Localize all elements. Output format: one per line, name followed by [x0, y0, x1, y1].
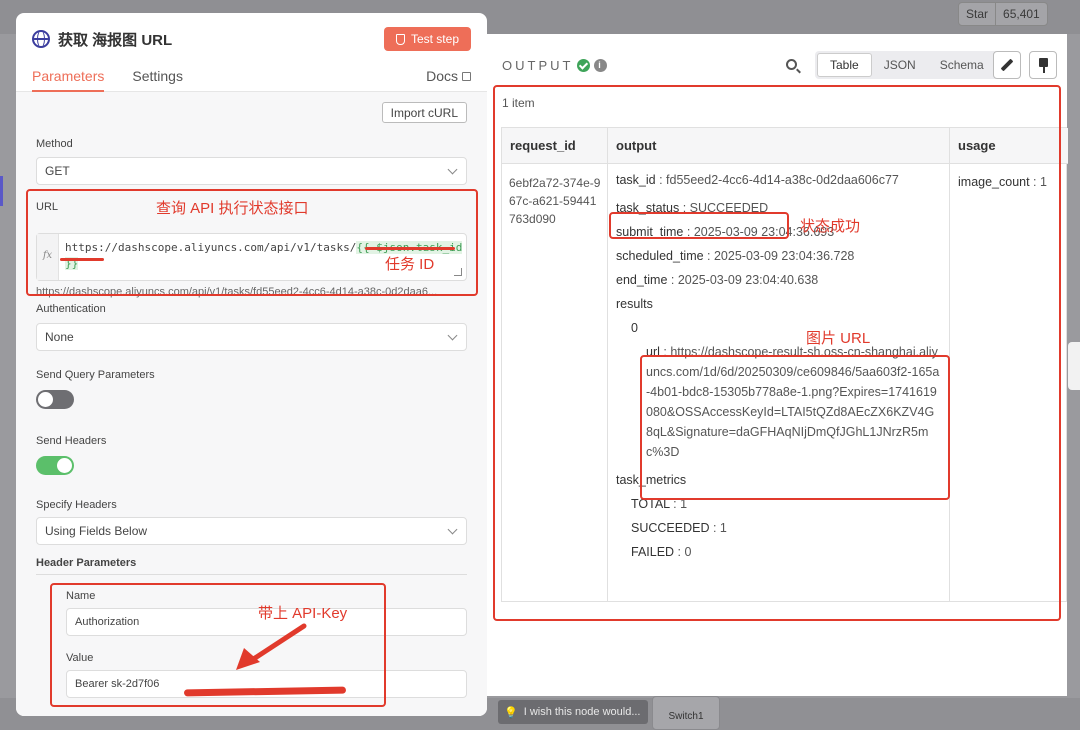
import-curl-button[interactable]: Import cURL	[381, 102, 467, 123]
node-header: 获取 海报图 URL Test step	[16, 13, 487, 65]
method-value: GET	[45, 164, 70, 178]
external-link-icon	[462, 71, 471, 81]
chevron-down-icon	[447, 330, 458, 341]
feedback-hint-text: I wish this node would...	[523, 706, 641, 718]
annotation-underline-id	[60, 258, 104, 261]
annotation-box-image-url	[640, 355, 950, 500]
edit-output-button[interactable]	[993, 51, 1021, 79]
method-select[interactable]: GET	[36, 157, 467, 185]
chevron-down-icon	[447, 164, 458, 175]
info-icon[interactable]: i	[594, 59, 608, 72]
test-step-label: Test step	[410, 32, 459, 46]
canvas-side-handle[interactable]	[1068, 342, 1080, 390]
feedback-hint[interactable]: 💡 I wish this node would...	[498, 700, 648, 724]
header-parameters-heading: Header Parameters	[36, 557, 467, 575]
annotation-image-url: 图片 URL	[806, 330, 871, 347]
test-step-button[interactable]: Test step	[383, 27, 471, 51]
send-query-label: Send Query Parameters	[36, 369, 155, 381]
switch-node[interactable]: Switch1	[652, 696, 720, 730]
github-star-label[interactable]: Star	[959, 3, 995, 25]
lightbulb-icon: 💡	[504, 706, 518, 719]
authentication-label: Authentication	[36, 303, 106, 315]
authentication-value: None	[45, 330, 74, 344]
search-icon[interactable]	[786, 59, 797, 70]
panel-tabs: Parameters Settings Docs	[16, 65, 487, 92]
specify-headers-value: Using Fields Below	[45, 524, 148, 538]
view-tab-table[interactable]: Table	[817, 53, 872, 77]
annotation-box-status	[609, 212, 789, 239]
annotation-underline-expression	[365, 247, 455, 250]
docs-link[interactable]: Docs	[426, 65, 471, 87]
view-tab-json[interactable]: JSON	[872, 53, 928, 77]
output-view-tabs: Table JSON Schema	[815, 51, 998, 79]
tab-settings[interactable]: Settings	[132, 65, 183, 92]
toggle-knob	[57, 458, 72, 473]
send-headers-toggle[interactable]	[36, 456, 74, 475]
specify-headers-select[interactable]: Using Fields Below	[36, 517, 467, 545]
annotation-url-interface: 查询 API 执行状态接口	[156, 200, 309, 217]
success-check-icon	[577, 59, 591, 72]
view-tab-schema[interactable]: Schema	[928, 53, 996, 77]
canvas-accent-bar	[0, 176, 3, 206]
github-star-widget[interactable]: Star 65,401	[958, 2, 1048, 26]
specify-headers-label: Specify Headers	[36, 499, 117, 511]
output-heading: OUTPUT i	[502, 58, 608, 73]
send-headers-label: Send Headers	[36, 435, 107, 447]
pin-data-button[interactable]	[1029, 51, 1057, 79]
chevron-down-icon	[447, 524, 458, 535]
authentication-select[interactable]: None	[36, 323, 467, 351]
send-query-toggle[interactable]	[36, 390, 74, 409]
github-star-count: 65,401	[995, 3, 1047, 25]
globe-icon	[32, 30, 50, 48]
node-title[interactable]: 获取 海报图 URL	[58, 29, 172, 50]
method-label: Method	[36, 138, 73, 150]
annotation-status-success: 状态成功	[800, 218, 861, 235]
annotation-task-id: 任务 ID	[385, 256, 435, 273]
annotation-arrow	[236, 623, 307, 670]
annotation-box-output	[493, 85, 1061, 621]
output-title: OUTPUT	[502, 58, 574, 73]
flask-icon	[395, 33, 405, 45]
tab-parameters[interactable]: Parameters	[32, 65, 105, 92]
toggle-knob	[38, 392, 53, 407]
docs-label: Docs	[426, 68, 458, 84]
